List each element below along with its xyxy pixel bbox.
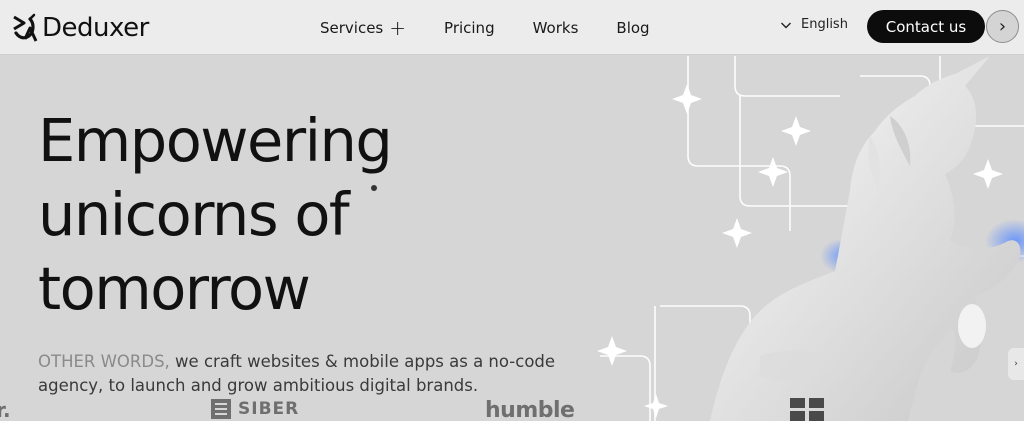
- next-arrow-button[interactable]: ›: [986, 10, 1019, 43]
- client-name: SIBER: [238, 399, 300, 419]
- client-logo-partial: r.: [0, 398, 11, 421]
- nav-item-blog[interactable]: Blog: [616, 19, 649, 37]
- language-selector[interactable]: English: [780, 17, 848, 32]
- client-logo-siber: SIBER: [210, 398, 299, 420]
- chevron-right-icon: ›: [998, 15, 1007, 37]
- unicorn-figure: [710, 56, 1021, 421]
- hero-unicorn-artwork: [597, 56, 1024, 421]
- chevron-down-icon: [781, 22, 791, 28]
- brand-logo[interactable]: Deduxer: [10, 10, 149, 46]
- siber-logo-icon: [211, 399, 231, 419]
- hero-title: Empowering unicorns of tomorrow: [38, 104, 458, 326]
- nav-item-works[interactable]: Works: [533, 19, 579, 37]
- client-logo-humble: humble: [485, 398, 575, 421]
- hero-title-line: Empowering: [38, 106, 393, 175]
- chevron-right-icon: ›: [1014, 359, 1018, 369]
- nav-item-label: Works: [532, 18, 579, 37]
- main-nav: Services + Pricing Works Blog: [320, 0, 688, 55]
- nav-item-services[interactable]: Services +: [320, 18, 406, 38]
- nav-item-label: Services: [320, 18, 384, 37]
- site-header: Deduxer Services + Pricing Works Blog En…: [0, 0, 1024, 55]
- language-label: English: [801, 17, 848, 32]
- hero-title-line: unicorns of: [38, 180, 350, 249]
- nav-item-label: Pricing: [444, 18, 495, 37]
- contact-us-button[interactable]: Contact us: [867, 10, 985, 43]
- client-logo-monogram-icon: [790, 398, 824, 421]
- nav-item-label: Blog: [616, 18, 650, 37]
- side-panel-tab[interactable]: ›: [1008, 348, 1024, 380]
- hero-title-line: tomorrow: [38, 254, 311, 323]
- hero-subtitle: OTHER WORDS, we craft websites & mobile …: [38, 350, 618, 398]
- plus-icon: +: [389, 15, 407, 40]
- hero-subtitle-prefix: OTHER WORDS,: [38, 352, 170, 371]
- deduxer-logo-icon: [13, 13, 38, 42]
- nav-item-pricing[interactable]: Pricing: [444, 19, 495, 37]
- brand-name: Deduxer: [42, 13, 149, 43]
- decorative-dot: [371, 185, 377, 191]
